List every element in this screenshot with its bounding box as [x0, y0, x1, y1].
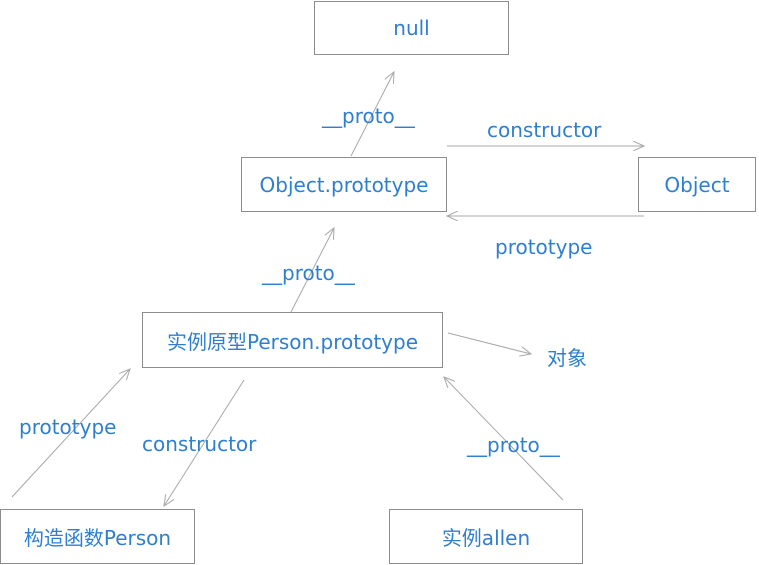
label-objproto-to-null: __proto__ — [322, 104, 415, 128]
node-person-prototype-label: 实例原型Person.prototype — [166, 329, 419, 354]
node-person-prototype: 实例原型Person.prototype — [142, 312, 443, 368]
label-allen-to-proto: __proto__ — [467, 433, 560, 457]
node-instance-allen-label: 实例allen — [441, 526, 531, 550]
node-instance-allen: 实例allen — [389, 509, 583, 564]
node-null-label: null — [393, 16, 430, 40]
diagram-edges — [11, 0, 759, 565]
node-object-prototype: Object.prototype — [241, 157, 447, 212]
node-object-label: Object — [664, 172, 730, 197]
node-null: null — [314, 1, 509, 55]
label-personproto-to-objproto: __proto__ — [262, 261, 355, 285]
edge-personproto-to-object-word — [447, 332, 531, 354]
label-person-ctor-to-proto: prototype — [19, 415, 117, 439]
label-objproto-to-object: constructor — [487, 118, 602, 142]
label-object-to-objproto: prototype — [495, 235, 593, 259]
label-object-word: 对象 — [547, 346, 587, 370]
node-object-prototype-label: Object.prototype — [259, 172, 429, 197]
label-proto-to-person-ctor: constructor — [142, 432, 257, 456]
node-object: Object — [638, 157, 756, 212]
node-constructor-person-label: 构造函数Person — [23, 526, 172, 550]
node-constructor-person: 构造函数Person — [0, 509, 195, 564]
